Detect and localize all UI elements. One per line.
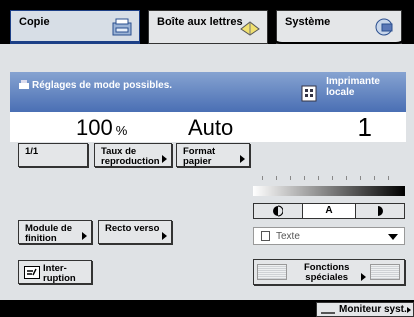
tab-copy[interactable]: Copie [10, 10, 140, 44]
density-tick [332, 176, 333, 180]
darker-icon [378, 206, 383, 216]
tab-system[interactable]: Système [276, 10, 402, 44]
one-to-one-label: 1/1 [25, 146, 39, 157]
chevron-right-icon [162, 155, 167, 163]
darker-button[interactable] [356, 204, 404, 218]
density-tick [290, 176, 291, 180]
density-tick [360, 176, 361, 180]
duplex-label: Recto verso [105, 223, 160, 234]
auto-density-button[interactable]: A [302, 204, 356, 218]
settings-values: 100% Auto 1 [10, 112, 406, 142]
paper-format-line2: papier [183, 156, 212, 167]
finisher-module-line2: finition [25, 233, 57, 244]
ratio-unit: % [115, 123, 128, 138]
system-monitor-button[interactable]: Moniteur syst. [316, 302, 414, 317]
printer-location-line2: locale [326, 87, 355, 98]
copier-small-icon [19, 80, 29, 89]
tab-system-label: Système [285, 16, 331, 28]
lighter-icon [273, 205, 284, 217]
interrupt-button[interactable]: Inter- ruption [18, 260, 92, 284]
status-band: Réglages de mode possibles. Imprimante l… [10, 72, 406, 112]
globe-icon [375, 18, 393, 36]
tab-copy-label: Copie [19, 16, 50, 28]
reproduction-ratio-button[interactable]: Taux de reproduction [94, 143, 172, 167]
chevron-down-icon [388, 234, 398, 240]
chevron-right-icon [407, 307, 411, 313]
paper-format-button[interactable]: Format papier [176, 143, 250, 167]
document-icon [261, 231, 270, 241]
chevron-right-icon [240, 155, 245, 163]
copier-icon [112, 18, 132, 36]
monitor-icon [321, 306, 335, 314]
paper-size-value: Auto [188, 115, 234, 140]
density-tick [304, 176, 305, 180]
special-functions-line2: spéciales [305, 272, 349, 283]
hatch-right-decoration [370, 264, 400, 280]
chevron-right-icon [361, 273, 366, 281]
system-monitor-label: Moniteur syst. [339, 304, 407, 315]
image-type-select[interactable]: Texte [253, 227, 405, 245]
density-gradient [253, 186, 405, 196]
paper-format-label: Format papier [183, 147, 215, 167]
finisher-module-button[interactable]: Module de finition [18, 220, 92, 244]
ratio-number: 100 [76, 115, 113, 140]
tab-mailbox-label: Boîte aux lettres [157, 16, 243, 28]
one-to-one-button[interactable]: 1/1 [18, 143, 88, 167]
density-tick [318, 176, 319, 180]
copy-screen: Copie Boîte aux lettres Système Réglages… [0, 0, 414, 317]
reproduction-ratio-line2: reproduction [101, 156, 160, 167]
auto-density-label: A [325, 205, 333, 216]
ratio-value: 100% [76, 115, 127, 141]
reproduction-ratio-label: Taux de reproduction [101, 147, 160, 167]
lighter-button[interactable] [254, 204, 302, 218]
printer-location-line1: Imprimante [326, 76, 380, 87]
interrupt-label: Inter- ruption [43, 264, 76, 284]
tab-mailbox[interactable]: Boîte aux lettres [148, 10, 268, 44]
special-functions-button[interactable]: Fonctions spéciales [253, 259, 405, 285]
finisher-module-label: Module de finition [25, 224, 72, 244]
image-type-value: Texte [276, 231, 300, 242]
printer-building-icon [301, 85, 317, 102]
chevron-right-icon [82, 232, 87, 240]
copy-quantity: 1 [357, 112, 372, 142]
density-scale [262, 176, 392, 186]
duplex-button[interactable]: Recto verso [98, 220, 172, 244]
density-control: A [253, 203, 405, 219]
density-tick [374, 176, 375, 180]
interrupt-icon [24, 266, 40, 279]
special-functions-label: Fonctions spéciales [304, 263, 349, 283]
density-tick [388, 176, 389, 180]
density-tick [276, 176, 277, 180]
hatch-left-decoration [257, 264, 287, 280]
printer-location: Imprimante locale [326, 76, 380, 98]
density-tick [262, 176, 263, 180]
interrupt-line2: ruption [43, 273, 76, 284]
density-tick [346, 176, 347, 180]
mailbox-icon [240, 21, 260, 36]
chevron-right-icon [162, 232, 167, 240]
status-message: Réglages de mode possibles. [32, 80, 173, 91]
